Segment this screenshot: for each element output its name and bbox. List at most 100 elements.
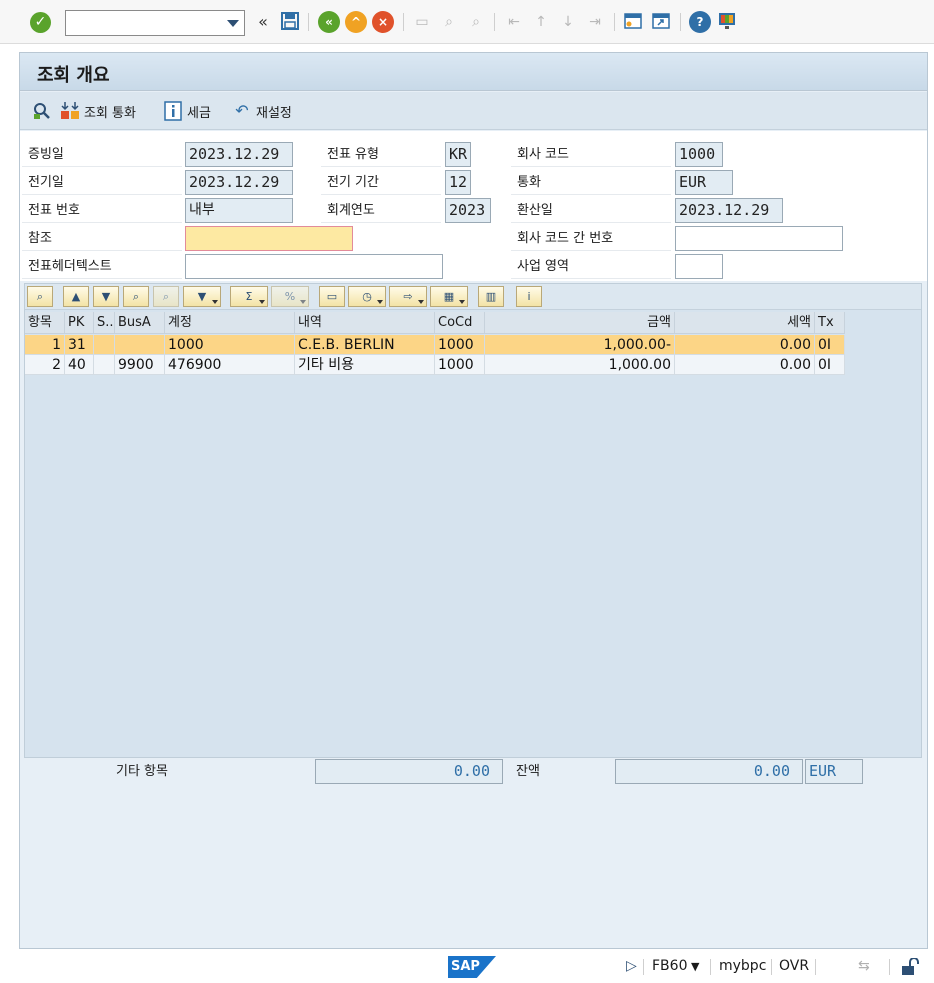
cancel-icon[interactable]: × xyxy=(372,11,394,33)
doc-date-label: 증빙일 xyxy=(22,143,182,167)
grid-details-icon[interactable]: ⌕ xyxy=(27,286,53,307)
display-currency-button[interactable]: 조회 통화 xyxy=(60,100,136,122)
next-page-icon[interactable]: ↓ xyxy=(557,11,579,33)
col-header-tx[interactable]: Tx xyxy=(815,312,845,334)
business-area-label: 사업 영역 xyxy=(511,255,671,279)
posting-date-label: 전기일 xyxy=(22,171,182,195)
col-header-tax[interactable]: 세액 xyxy=(675,312,815,334)
connection-icon[interactable]: ⇆ xyxy=(858,958,870,974)
doc-number-field: 내부 xyxy=(185,198,293,223)
overwrite-mode[interactable]: OVR xyxy=(779,958,809,974)
display-button[interactable] xyxy=(32,100,52,122)
grid-print-icon[interactable]: ▭ xyxy=(319,286,345,307)
first-page-icon[interactable]: ⇤ xyxy=(503,11,525,33)
cell-tx: 0I xyxy=(815,355,845,375)
grid-info-icon[interactable]: i xyxy=(516,286,542,307)
exit-icon[interactable]: ^ xyxy=(345,11,367,33)
last-page-icon[interactable]: ⇥ xyxy=(584,11,606,33)
customize-layout-icon[interactable] xyxy=(716,11,738,33)
cell-amount: 1,000.00 xyxy=(485,355,675,375)
cell-pk: 40 xyxy=(65,355,94,375)
chevron-down-icon[interactable]: ▼ xyxy=(691,960,699,973)
cross-cc-input[interactable] xyxy=(675,226,843,251)
lock-icon[interactable] xyxy=(899,957,919,980)
grid-find-next-icon[interactable]: ⌕ xyxy=(153,286,179,307)
cell-busa xyxy=(115,335,165,355)
posting-date-field: 2023.12.29 xyxy=(185,170,293,195)
cell-s xyxy=(94,335,115,355)
period-label: 전기 기간 xyxy=(321,171,441,195)
col-header-pk[interactable]: PK xyxy=(65,312,94,334)
export-icon[interactable]: ⇨ xyxy=(389,286,427,307)
translation-date-label: 환산일 xyxy=(511,199,671,223)
sort-descending-icon[interactable]: ▼ xyxy=(93,286,119,307)
new-session-icon[interactable] xyxy=(622,11,644,33)
company-code-label: 회사 코드 xyxy=(511,143,671,167)
grid-toolbar: ⌕ ▲ ▼ ⌕ ⌕ ▼ Σ % ▭ ◷ ⇨ ▦ ▥ i xyxy=(25,284,921,310)
enter-icon[interactable]: ✓ xyxy=(30,12,51,33)
line-items-grid: ⌕ ▲ ▼ ⌕ ⌕ ▼ Σ % ▭ ◷ ⇨ ▦ ▥ i 항목 PK S... B… xyxy=(24,283,922,758)
info-icon xyxy=(163,101,183,121)
header-form: 증빙일 2023.12.29 전기일 2023.12.29 전표 번호 내부 참… xyxy=(20,131,927,281)
sap-logo: SAP xyxy=(448,956,496,978)
title-bar: 조회 개요 xyxy=(20,53,927,91)
header-text-input[interactable] xyxy=(185,254,443,279)
shortcut-icon[interactable] xyxy=(650,11,672,33)
command-field[interactable] xyxy=(65,10,245,36)
doc-date-field: 2023.12.29 xyxy=(185,142,293,167)
print-icon[interactable]: ▭ xyxy=(411,11,433,33)
find-next-icon[interactable]: ⌕ xyxy=(465,11,487,33)
subtotal-icon[interactable]: % xyxy=(271,286,309,307)
grid-find-icon[interactable]: ⌕ xyxy=(123,286,149,307)
tax-label: 세금 xyxy=(187,105,211,121)
system-toolbar: ✓ « « ^ × ▭ ⌕ ⌕ ⇤ ↑ ↓ ⇥ ? xyxy=(0,0,934,44)
currency-field: EUR xyxy=(675,170,733,195)
graphic-icon[interactable]: ▥ xyxy=(478,286,504,307)
fiscal-year-field: 2023 xyxy=(445,198,491,223)
cell-desc: 기타 비용 xyxy=(295,355,435,375)
col-header-desc[interactable]: 내역 xyxy=(295,312,435,334)
main-frame: 조회 개요 조회 통화 세금 ↶ 재설정 증빙일 2023.12.29 전기일 … xyxy=(19,52,928,949)
back-double-icon[interactable]: « xyxy=(252,11,274,33)
play-icon[interactable]: ▷ xyxy=(626,958,637,974)
reference-input[interactable] xyxy=(185,226,353,251)
layout-icon[interactable]: ▦ xyxy=(430,286,468,307)
display-currency-label: 조회 통화 xyxy=(84,105,136,121)
reset-label: 재설정 xyxy=(256,105,292,121)
help-icon[interactable]: ? xyxy=(689,11,711,33)
back-icon[interactable]: « xyxy=(318,11,340,33)
col-header-item[interactable]: 항목 xyxy=(25,312,65,334)
col-header-amount[interactable]: 금액 xyxy=(485,312,675,334)
find-icon[interactable]: ⌕ xyxy=(438,11,460,33)
sum-icon[interactable]: Σ xyxy=(230,286,268,307)
col-header-busa[interactable]: BusA xyxy=(115,312,165,334)
balance-label: 잔액 xyxy=(516,764,540,779)
cell-s xyxy=(94,355,115,375)
other-items-value: 0.00 xyxy=(315,759,503,784)
tax-button[interactable]: 세금 xyxy=(163,100,211,122)
col-header-cocd[interactable]: CoCd xyxy=(435,312,485,334)
col-header-s[interactable]: S... xyxy=(94,312,115,334)
col-header-account[interactable]: 계정 xyxy=(165,312,295,334)
cell-account: 1000 xyxy=(165,335,295,355)
company-code-field: 1000 xyxy=(675,142,723,167)
doc-number-label: 전표 번호 xyxy=(22,199,182,223)
balance-value: 0.00 xyxy=(615,759,803,784)
business-area-input[interactable] xyxy=(675,254,723,279)
translation-date-field: 2023.12.29 xyxy=(675,198,783,223)
cell-cocd: 1000 xyxy=(435,355,485,375)
status-bar: SAP ▷ FB60 ▼ mybpc OVR ⇆ xyxy=(0,950,934,983)
doc-type-field: KR xyxy=(445,142,471,167)
other-items-label: 기타 항목 xyxy=(116,764,168,779)
reset-icon: ↶ xyxy=(235,101,249,120)
reset-button[interactable]: ↶ 재설정 xyxy=(232,100,292,122)
sort-ascending-icon[interactable]: ▲ xyxy=(63,286,89,307)
save-icon[interactable] xyxy=(279,11,301,33)
chevron-down-icon[interactable] xyxy=(227,20,239,27)
filter-icon[interactable]: ▼ xyxy=(183,286,221,307)
transaction-code[interactable]: FB60 xyxy=(652,958,687,974)
doc-type-label: 전표 유형 xyxy=(321,143,441,167)
cross-cc-label: 회사 코드 간 번호 xyxy=(511,227,671,251)
views-icon[interactable]: ◷ xyxy=(348,286,386,307)
prev-page-icon[interactable]: ↑ xyxy=(530,11,552,33)
